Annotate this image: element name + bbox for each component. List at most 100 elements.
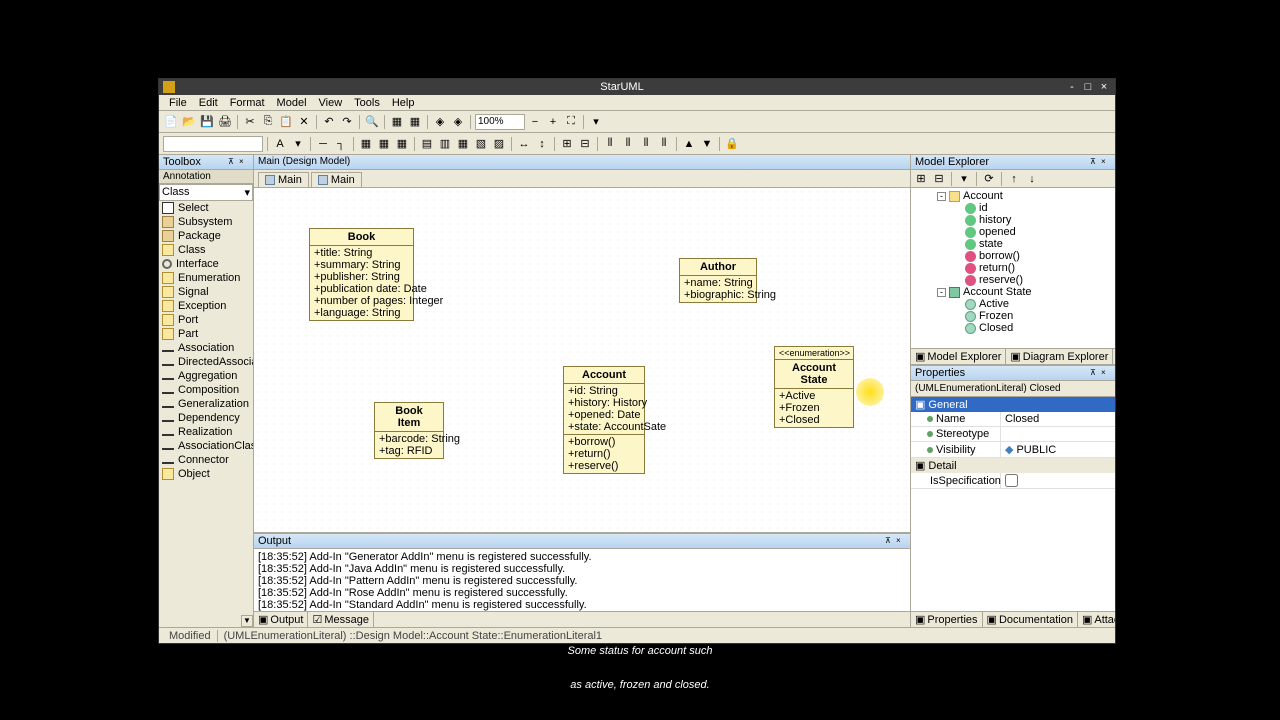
- al4-icon[interactable]: ▧: [473, 136, 489, 152]
- tool-exception[interactable]: Exception: [159, 299, 253, 313]
- uml-enum-accountstate[interactable]: <<enumeration>> Account State +Active +F…: [774, 346, 854, 428]
- tab-attachments[interactable]: ▣Attachments: [1078, 612, 1115, 627]
- copy-icon[interactable]: ⎘: [260, 114, 276, 130]
- tool-subsystem[interactable]: Subsystem: [159, 215, 253, 229]
- menu-file[interactable]: File: [163, 96, 193, 110]
- grp1-icon[interactable]: ⊞: [559, 136, 575, 152]
- font-icon[interactable]: A: [272, 136, 288, 152]
- toolbox-section[interactable]: Annotation: [159, 170, 253, 184]
- fit-icon[interactable]: ⛶: [563, 114, 579, 130]
- menu-model[interactable]: Model: [271, 96, 313, 110]
- uml-class-bookitem[interactable]: Book Item +barcode: String +tag: RFID: [374, 402, 444, 459]
- menu-view[interactable]: View: [313, 96, 349, 110]
- refresh-icon[interactable]: ⟳: [981, 171, 997, 187]
- down-icon[interactable]: ↓: [1024, 171, 1040, 187]
- tool-part[interactable]: Part: [159, 327, 253, 341]
- tool-package[interactable]: Package: [159, 229, 253, 243]
- minimize-button[interactable]: -: [1065, 81, 1079, 93]
- dist1-icon[interactable]: ⫴: [602, 136, 618, 152]
- dist3-icon[interactable]: ⫴: [638, 136, 654, 152]
- menu-format[interactable]: Format: [224, 96, 271, 110]
- uml-class-account[interactable]: Account +id: String +history: History +o…: [563, 366, 645, 474]
- dist2-icon[interactable]: ⫴: [620, 136, 636, 152]
- tab-properties[interactable]: ▣Properties: [911, 612, 983, 627]
- tab-main-2[interactable]: Main: [311, 172, 362, 187]
- tab-main-1[interactable]: Main: [258, 172, 309, 187]
- diagram-canvas[interactable]: Book +title: String +summary: String +pu…: [254, 188, 910, 532]
- filter-icon[interactable]: ▾: [956, 171, 972, 187]
- layout2-icon[interactable]: ▦: [376, 136, 392, 152]
- al5-icon[interactable]: ▨: [491, 136, 507, 152]
- tree-toggle[interactable]: -: [937, 288, 946, 297]
- pin-icon[interactable]: ⊼: [1090, 157, 1100, 167]
- close-props-icon[interactable]: ×: [1101, 368, 1111, 378]
- zoom-out-icon[interactable]: −: [527, 114, 543, 130]
- dist4-icon[interactable]: ⫴: [656, 136, 672, 152]
- tool-interface[interactable]: Interface: [159, 257, 253, 271]
- diagram2-icon[interactable]: ◈: [450, 114, 466, 130]
- props-cat-general[interactable]: ▣General: [911, 397, 1115, 412]
- pin-icon[interactable]: ⊼: [885, 536, 895, 546]
- tool-signal[interactable]: Signal: [159, 285, 253, 299]
- view-icon[interactable]: ▾: [588, 114, 604, 130]
- tool-aggregation[interactable]: Aggregation: [159, 369, 253, 383]
- menu-tools[interactable]: Tools: [348, 96, 386, 110]
- line2-icon[interactable]: ┐: [333, 136, 349, 152]
- tool-select[interactable]: Select: [159, 201, 253, 215]
- new-icon[interactable]: 📄: [163, 114, 179, 130]
- pin-icon[interactable]: ⊼: [228, 157, 238, 167]
- al1-icon[interactable]: ▤: [419, 136, 435, 152]
- isspec-checkbox[interactable]: [1005, 474, 1018, 487]
- tree-toggle[interactable]: -: [937, 192, 946, 201]
- layout3-icon[interactable]: ▦: [394, 136, 410, 152]
- tool-realization[interactable]: Realization: [159, 425, 253, 439]
- style-combo[interactable]: [163, 136, 263, 152]
- close-button[interactable]: ×: [1097, 81, 1111, 93]
- print-icon[interactable]: 🖨: [217, 114, 233, 130]
- tab-documentation[interactable]: ▣Documentation: [983, 612, 1078, 627]
- redo-icon[interactable]: ↷: [339, 114, 355, 130]
- align1-icon[interactable]: ▦: [389, 114, 405, 130]
- find-icon[interactable]: 🔍: [364, 114, 380, 130]
- diagram1-icon[interactable]: ◈: [432, 114, 448, 130]
- toolbox-category[interactable]: Class▾: [159, 184, 253, 201]
- close-panel-icon[interactable]: ×: [239, 157, 249, 167]
- properties-grid[interactable]: ▣General NameClosed Stereotype Visibilit…: [911, 397, 1115, 611]
- open-icon[interactable]: 📂: [181, 114, 197, 130]
- tab-message[interactable]: ☑Message: [308, 612, 374, 627]
- menu-edit[interactable]: Edit: [193, 96, 224, 110]
- uml-class-author[interactable]: Author +name: String +biographic: String: [679, 258, 757, 303]
- pin-icon[interactable]: ⊼: [1090, 368, 1100, 378]
- sp1-icon[interactable]: ↔: [516, 136, 532, 152]
- back-icon[interactable]: ▼: [699, 136, 715, 152]
- undo-icon[interactable]: ↶: [321, 114, 337, 130]
- delete-icon[interactable]: ✕: [296, 114, 312, 130]
- align2-icon[interactable]: ▦: [407, 114, 423, 130]
- tool-port[interactable]: Port: [159, 313, 253, 327]
- zoom-input[interactable]: [475, 114, 525, 130]
- tool-connector[interactable]: Connector: [159, 453, 253, 467]
- cut-icon[interactable]: ✂: [242, 114, 258, 130]
- sort2-icon[interactable]: ⊟: [931, 171, 947, 187]
- save-icon[interactable]: 💾: [199, 114, 215, 130]
- al3-icon[interactable]: ▦: [455, 136, 471, 152]
- color-icon[interactable]: ▾: [290, 136, 306, 152]
- tool-object[interactable]: Object: [159, 467, 253, 481]
- tool-composition[interactable]: Composition: [159, 383, 253, 397]
- tool-generalization[interactable]: Generalization: [159, 397, 253, 411]
- tab-diagram-explorer[interactable]: ▣Diagram Explorer: [1006, 349, 1113, 364]
- close-explorer-icon[interactable]: ×: [1101, 157, 1111, 167]
- titlebar[interactable]: StarUML - □ ×: [159, 79, 1115, 95]
- uml-class-book[interactable]: Book +title: String +summary: String +pu…: [309, 228, 414, 321]
- tool-class[interactable]: Class: [159, 243, 253, 257]
- tool-association[interactable]: Association: [159, 341, 253, 355]
- tool-enumeration[interactable]: Enumeration: [159, 271, 253, 285]
- sort1-icon[interactable]: ⊞: [913, 171, 929, 187]
- zoom-in-icon[interactable]: +: [545, 114, 561, 130]
- lock-icon[interactable]: 🔒: [724, 136, 740, 152]
- model-tree[interactable]: -Account id history opened state borrow(…: [911, 188, 1115, 348]
- close-output-icon[interactable]: ×: [896, 536, 906, 546]
- tool-associationclass[interactable]: AssociationClass: [159, 439, 253, 453]
- paste-icon[interactable]: 📋: [278, 114, 294, 130]
- front-icon[interactable]: ▲: [681, 136, 697, 152]
